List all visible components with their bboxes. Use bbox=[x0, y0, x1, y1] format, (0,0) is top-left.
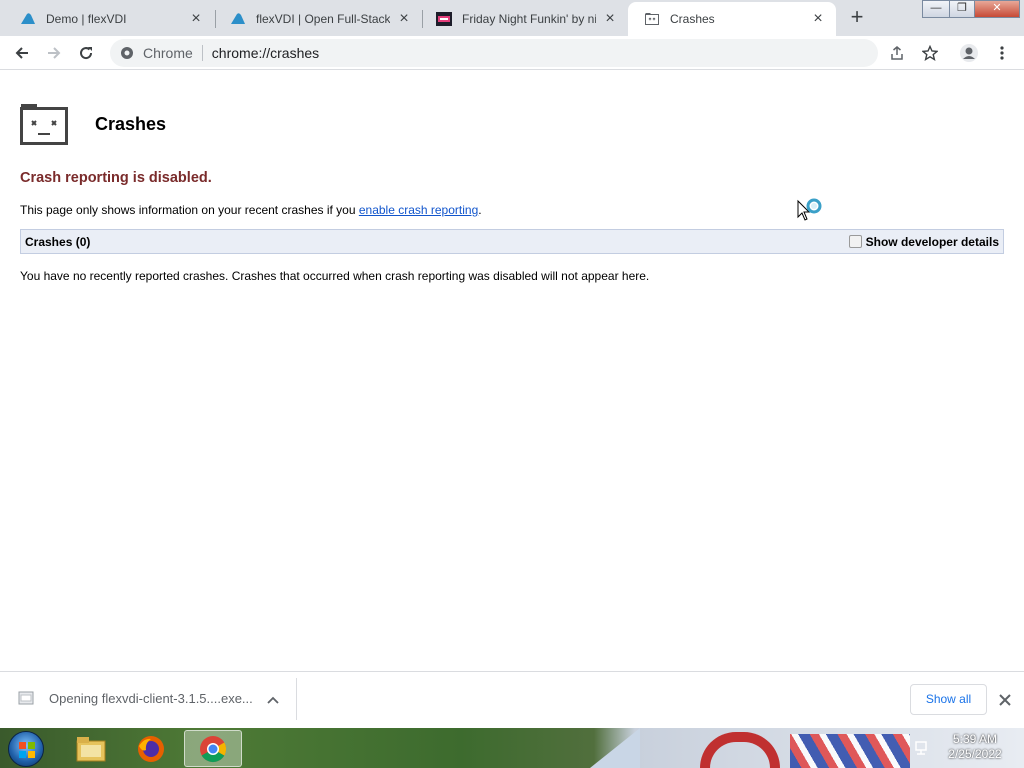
tab-friday-night-funkin[interactable]: Friday Night Funkin' by nin × bbox=[420, 2, 628, 36]
taskbar-chrome[interactable] bbox=[184, 730, 242, 767]
crash-count-label: Crashes (0) bbox=[25, 234, 91, 249]
windows-logo-icon bbox=[19, 742, 35, 758]
file-icon bbox=[18, 691, 34, 705]
tab-title: Friday Night Funkin' by nin bbox=[462, 12, 596, 26]
crashes-page: Crashes Crash reporting is disabled. Thi… bbox=[0, 71, 1024, 671]
reload-icon bbox=[80, 47, 93, 60]
tab-close-icon[interactable]: × bbox=[396, 11, 412, 27]
tab-close-icon[interactable]: × bbox=[188, 11, 204, 27]
wallpaper-fragment bbox=[590, 728, 640, 768]
profile-avatar-icon bbox=[960, 44, 978, 62]
enable-crash-reporting-link[interactable]: enable crash reporting bbox=[359, 203, 478, 217]
tab-close-icon[interactable]: × bbox=[810, 11, 826, 27]
chrome-page-icon bbox=[121, 47, 133, 59]
new-tab-button[interactable]: + bbox=[845, 6, 869, 30]
show-all-button[interactable]: Show all bbox=[910, 684, 987, 715]
tab-close-icon[interactable]: × bbox=[602, 11, 618, 27]
system-clock[interactable]: 5:39 AM 2/25/2022 bbox=[940, 732, 1010, 762]
tab-strip: Demo | flexVDI × flexVDI | Open Full-Sta… bbox=[0, 0, 1024, 36]
page-title: Crashes bbox=[95, 114, 167, 134]
crash-page-icon bbox=[644, 11, 660, 27]
busy-cursor-icon bbox=[797, 198, 822, 221]
close-icon[interactable] bbox=[998, 693, 1012, 707]
start-button[interactable] bbox=[8, 731, 44, 767]
minimize-button[interactable]: — bbox=[922, 0, 950, 18]
info-prefix: This page only shows information on your… bbox=[20, 203, 359, 217]
developer-details-checkbox[interactable] bbox=[848, 235, 862, 248]
tab-crashes[interactable]: Crashes × bbox=[628, 2, 836, 36]
info-text: This page only shows information on your… bbox=[20, 203, 482, 217]
url-text[interactable]: chrome://crashes bbox=[212, 45, 319, 61]
download-item-label: Opening flexvdi-client-3.1.5....exe... bbox=[49, 690, 253, 706]
wallpaper-fragment bbox=[790, 734, 910, 768]
back-button[interactable] bbox=[9, 40, 35, 66]
omnibox-divider bbox=[201, 45, 203, 61]
developer-details-label: Show developer details bbox=[865, 234, 999, 249]
info-suffix: . bbox=[478, 203, 482, 217]
profile-button[interactable] bbox=[956, 40, 982, 66]
windows-taskbar: 5:39 AM 2/25/2022 bbox=[0, 728, 1024, 768]
share-button[interactable] bbox=[884, 40, 910, 66]
flexvdi-cloud-icon bbox=[20, 11, 36, 27]
back-arrow-icon bbox=[15, 47, 28, 59]
firefox-icon bbox=[138, 735, 164, 762]
bookmark-button[interactable] bbox=[917, 40, 943, 66]
restore-button[interactable]: ❐ bbox=[949, 0, 975, 18]
fnf-logo-icon bbox=[436, 11, 452, 27]
tab-demo-flexvdi[interactable]: Demo | flexVDI × bbox=[4, 2, 214, 36]
reload-button[interactable] bbox=[73, 40, 99, 66]
developer-details-toggle[interactable]: Show developer details bbox=[848, 234, 999, 249]
close-window-button[interactable]: ✕ bbox=[974, 0, 1020, 18]
star-icon bbox=[922, 45, 938, 61]
more-vert-icon bbox=[1000, 46, 1004, 60]
network-tray-icon[interactable] bbox=[914, 740, 930, 756]
shelf-divider bbox=[296, 678, 297, 720]
tab-title: Crashes bbox=[670, 12, 715, 26]
address-bar[interactable]: Chrome chrome://crashes bbox=[110, 39, 878, 67]
taskbar-explorer[interactable] bbox=[62, 730, 120, 767]
tab-title: flexVDI | Open Full-Stack V bbox=[256, 12, 390, 26]
forward-arrow-icon bbox=[48, 47, 61, 59]
chevron-up-icon[interactable] bbox=[265, 692, 281, 708]
explorer-icon bbox=[76, 736, 106, 761]
wallpaper-fragment bbox=[700, 732, 780, 768]
crashes-header-bar: Crashes (0) Show developer details bbox=[20, 229, 1004, 254]
taskbar-firefox[interactable] bbox=[122, 730, 180, 767]
tab-flexvdi-full-stack[interactable]: flexVDI | Open Full-Stack V × bbox=[214, 2, 422, 36]
forward-button[interactable] bbox=[41, 40, 67, 66]
empty-crashes-message: You have no recently reported crashes. C… bbox=[20, 269, 650, 283]
tab-title: Demo | flexVDI bbox=[46, 12, 127, 26]
download-item[interactable]: Opening flexvdi-client-3.1.5....exe... bbox=[18, 690, 253, 706]
browser-toolbar: Chrome chrome://crashes bbox=[0, 36, 1024, 70]
menu-button[interactable] bbox=[989, 40, 1015, 66]
site-info-chip[interactable]: Chrome bbox=[110, 45, 193, 61]
chrome-icon bbox=[200, 735, 227, 762]
crash-reporting-status: Crash reporting is disabled. bbox=[20, 170, 212, 186]
sad-folder-icon bbox=[20, 104, 68, 145]
clock-date: 2/25/2022 bbox=[948, 747, 1002, 761]
download-shelf: Opening flexvdi-client-3.1.5....exe... S… bbox=[0, 671, 1024, 728]
clock-time: 5:39 AM bbox=[952, 732, 998, 746]
flexvdi-cloud-icon bbox=[230, 11, 246, 27]
share-icon bbox=[891, 46, 903, 60]
site-chip-label: Chrome bbox=[143, 45, 193, 61]
